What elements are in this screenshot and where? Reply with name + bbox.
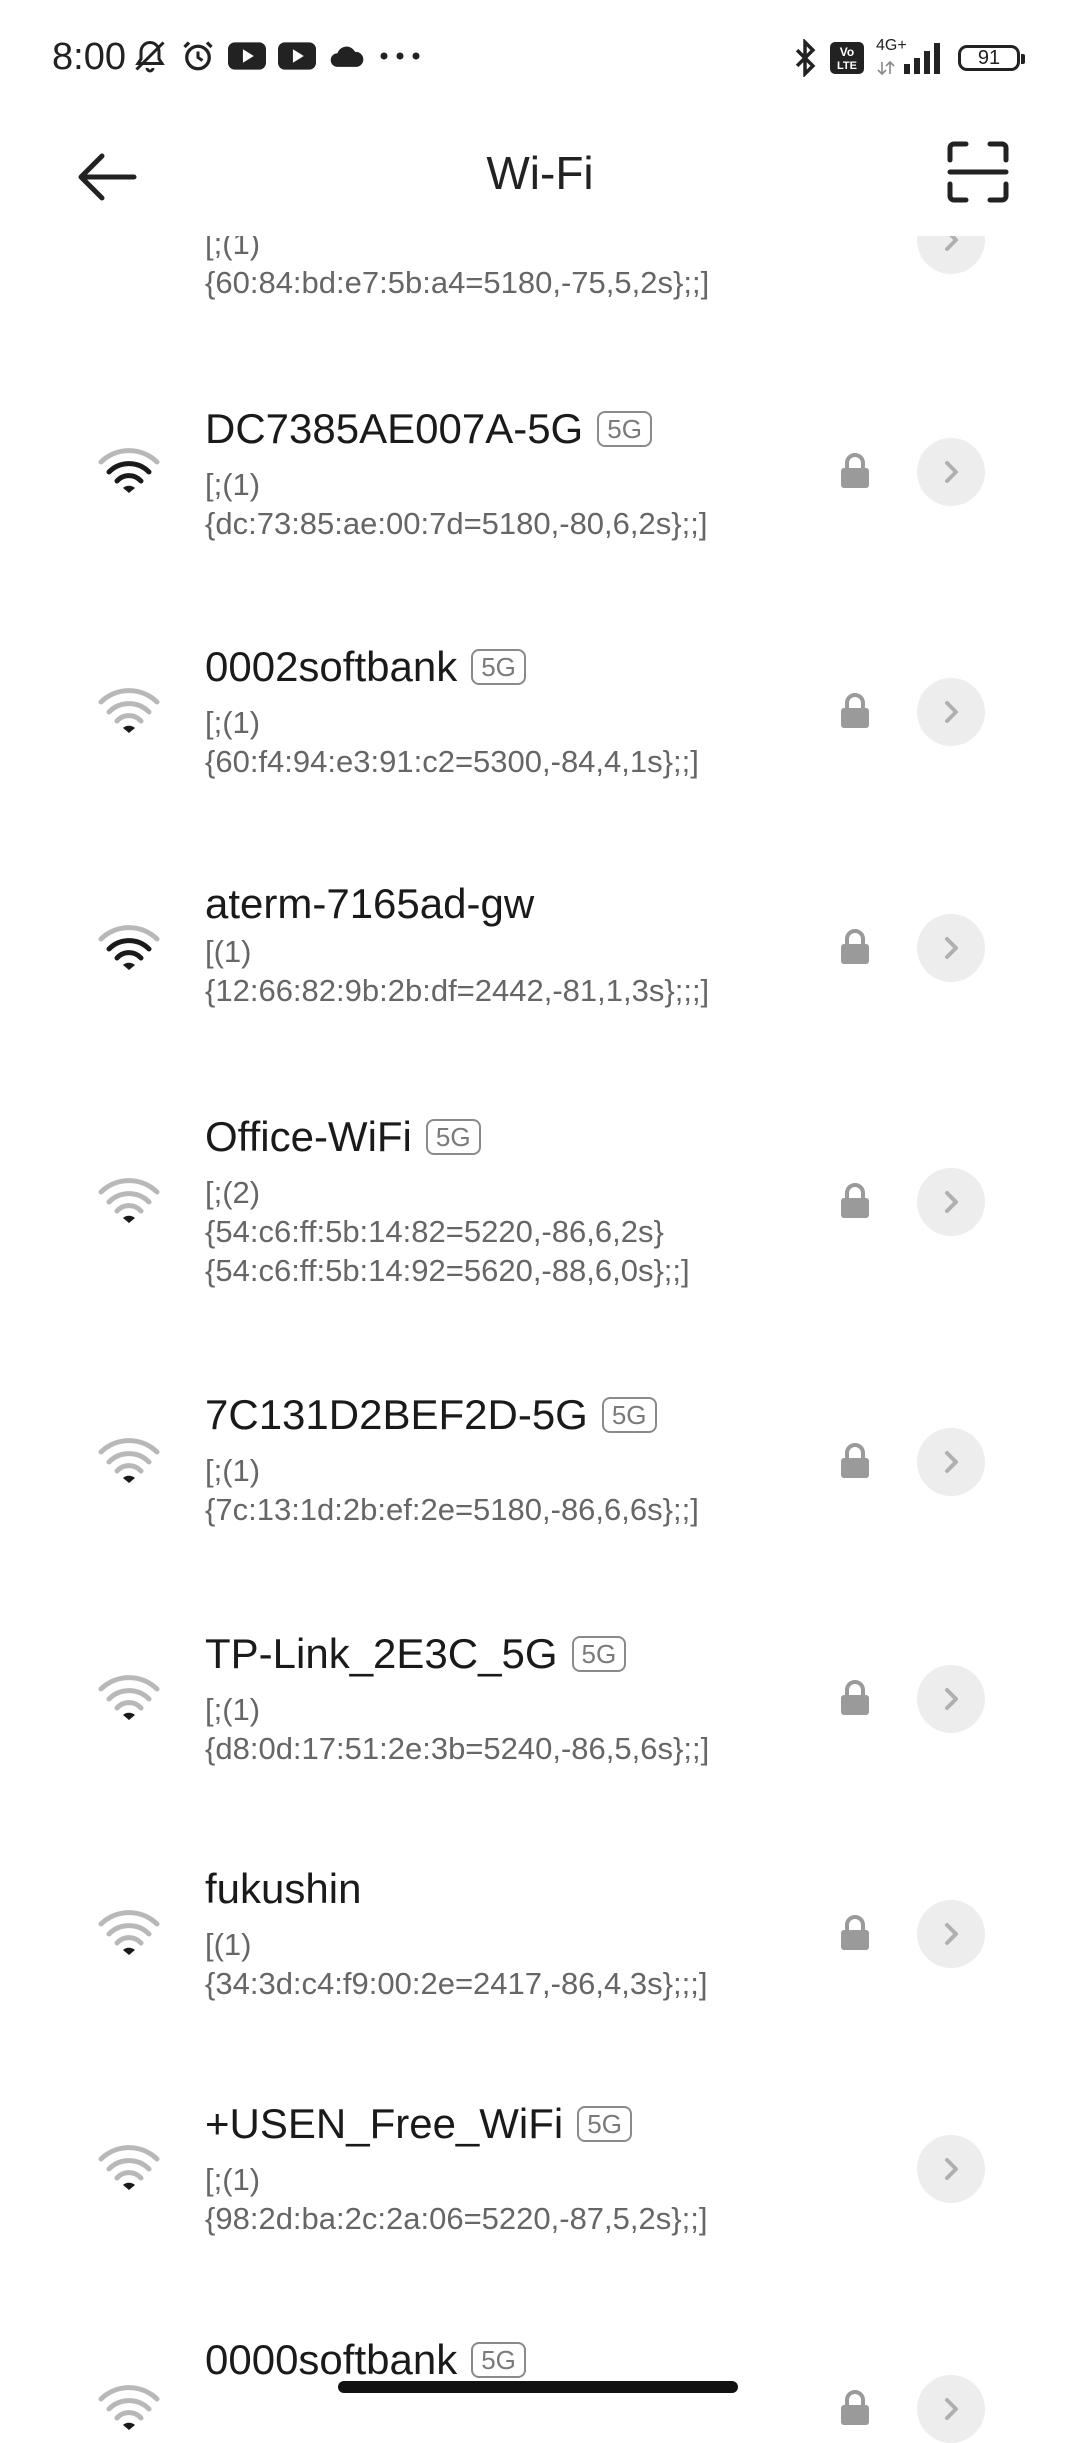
network-ssid: DC7385AE007A-5G: [205, 405, 584, 452]
chevron-right-icon: [945, 461, 958, 483]
scan-qr-button[interactable]: [946, 140, 1016, 210]
network-name: fukushin: [205, 1865, 361, 1913]
network-detail: [;(1) {60:f4:94:e3:91:c2=5300,-84,4,1s};…: [205, 705, 699, 779]
status-right-icons: Vo LTE 4G+ 91: [792, 38, 1025, 78]
network-ssid: fukushin: [205, 1865, 362, 1912]
network-detail: [(1) {12:66:82:9b:2b:df=2442,-81,1,3s};;…: [205, 934, 710, 1008]
network-ssid: Office-WiFi: [205, 1113, 412, 1160]
bluetooth-icon: [792, 39, 818, 77]
youtube-icon: [278, 41, 316, 71]
network-name: aterm-7165ad-gw: [205, 880, 534, 928]
lock-icon: [838, 692, 872, 730]
svg-text:Vo: Vo: [840, 45, 854, 59]
network-details-button[interactable]: [917, 438, 985, 506]
network-detail: [;(1) {7c:13:1d:2b:ef:2e=5180,-86,6,6s};…: [205, 1453, 699, 1527]
chevron-right-icon: [945, 2398, 958, 2420]
status-left-icons: [132, 38, 422, 74]
volte-icon: Vo LTE: [830, 42, 864, 74]
alarm-icon: [180, 38, 216, 74]
more-dots-icon: [378, 50, 422, 62]
lock-icon: [838, 1679, 872, 1717]
network-ssid: 7C131D2BEF2D-5G: [205, 1391, 588, 1438]
network-ssid: +USEN_Free_WiFi: [205, 2100, 564, 2147]
network-name: 0002softbank 5G: [205, 643, 526, 691]
wifi-network-list: [;(1) {60:84:bd:e7:5b:a4=5180,-75,5,2s};…: [0, 0, 1080, 2443]
network-details-button[interactable]: [917, 2375, 985, 2443]
band-5g-badge: 5G: [571, 1636, 627, 1672]
chevron-right-icon: [945, 937, 958, 959]
network-ssid: 0000softbank: [205, 2336, 458, 2383]
page-title: Wi-Fi: [486, 147, 594, 199]
network-detail: [;(1) {d8:0d:17:51:2e:3b=5240,-86,5,6s};…: [205, 1692, 710, 1766]
band-5g-badge: 5G: [471, 649, 526, 685]
network-name: DC7385AE007A-5G 5G: [205, 405, 652, 453]
chevron-right-icon: [945, 701, 958, 723]
network-details-button[interactable]: [917, 1428, 985, 1496]
network-detail: [;(1) {dc:73:85:ae:00:7d=5180,-80,6,2s};…: [205, 467, 708, 541]
scan-qr-icon: [947, 141, 1009, 203]
wifi-signal-weak-icon: [98, 1438, 160, 1484]
network-name: Office-WiFi 5G: [205, 1113, 481, 1161]
network-details-button[interactable]: [917, 914, 985, 982]
chevron-right-icon: [945, 2158, 958, 2180]
svg-text:LTE: LTE: [837, 60, 857, 72]
wifi-signal-weak-icon: [98, 1178, 160, 1224]
band-5g-badge: 5G: [425, 1119, 481, 1155]
home-indicator[interactable]: [338, 2381, 738, 2393]
network-detail: [(1) {34:3d:c4:f9:00:2e=2417,-86,4,3s};;…: [205, 1927, 708, 2001]
mute-bell-icon: [132, 38, 168, 74]
network-details-button[interactable]: [917, 1900, 985, 1968]
wifi-signal-weak-icon: [98, 1910, 160, 1956]
lock-icon: [838, 1182, 872, 1220]
network-ssid: aterm-7165ad-gw: [205, 880, 535, 927]
band-5g-badge: 5G: [601, 1397, 657, 1433]
app-header: Wi-Fi: [0, 120, 1080, 230]
network-detail: [;(1) {98:2d:ba:2c:2a:06=5220,-87,5,2s};…: [205, 2162, 708, 2236]
network-name: 0000softbank 5G: [205, 2336, 526, 2384]
band-5g-badge: 5G: [597, 411, 652, 447]
wifi-signal-weak-icon: [98, 1675, 160, 1721]
chevron-right-icon: [945, 1688, 958, 1710]
lock-icon: [838, 452, 872, 490]
band-5g-badge: 5G: [471, 2342, 526, 2378]
band-5g-badge: 5G: [577, 2106, 632, 2142]
network-name: +USEN_Free_WiFi 5G: [205, 2100, 632, 2148]
signal-4g-icon: 4G+: [876, 38, 946, 78]
lock-icon: [838, 2389, 872, 2427]
wifi-signal-weak-icon: [98, 2385, 160, 2431]
network-ssid: TP-Link_2E3C_5G: [205, 1630, 558, 1677]
battery-level: 91: [977, 46, 1001, 69]
network-ssid: 0002softbank: [205, 643, 458, 690]
chevron-right-icon: [945, 1923, 958, 1945]
status-time: 8:00: [52, 36, 126, 78]
chevron-right-icon: [945, 1451, 958, 1473]
network-details-button[interactable]: [917, 678, 985, 746]
lock-icon: [838, 1442, 872, 1480]
network-name: 7C131D2BEF2D-5G 5G: [205, 1391, 657, 1439]
wifi-signal-strong-icon: [98, 925, 160, 971]
wifi-signal-weak-icon: [98, 2145, 160, 2191]
youtube-icon: [228, 41, 266, 71]
chevron-right-icon: [945, 1191, 958, 1213]
battery-icon: 91: [958, 45, 1025, 71]
network-name: TP-Link_2E3C_5G 5G: [205, 1630, 627, 1678]
cloud-icon: [328, 41, 366, 71]
network-details-button[interactable]: [917, 2135, 985, 2203]
network-details-button[interactable]: [917, 1665, 985, 1733]
wifi-signal-weak-icon: [98, 688, 160, 734]
lock-icon: [838, 1914, 872, 1952]
status-bar: 8:00 Vo LTE 4G+ 91: [0, 0, 1080, 120]
network-details-button[interactable]: [917, 1168, 985, 1236]
network-detail: [;(2) {54:c6:ff:5b:14:82=5220,-86,6,2s} …: [205, 1175, 690, 1288]
wifi-signal-strong-icon: [98, 448, 160, 494]
lock-icon: [838, 928, 872, 966]
